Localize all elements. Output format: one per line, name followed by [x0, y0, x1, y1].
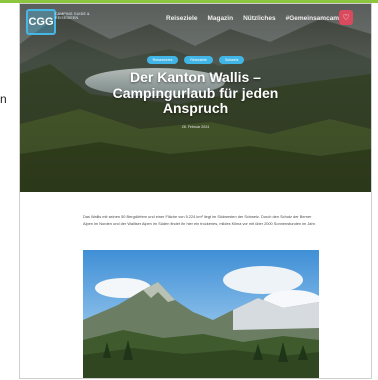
publish-date: 28. Februar 2024	[181, 125, 210, 129]
tag-schweiz[interactable]: Schweiz	[218, 56, 245, 64]
tag-reisestories[interactable]: Reisestories	[146, 56, 179, 64]
page-title: Der Kanton Wallis – Campingurlaub für je…	[20, 69, 371, 117]
article-intro-text: Das Wallis mit seinen 50 Bergdörfern und…	[83, 214, 316, 227]
title-line-2: Campingurlaub für jeden	[112, 84, 279, 101]
main-nav: Reiseziele Magazin Nützliches #Gemeinsam…	[166, 15, 351, 22]
site-logo[interactable]: CGG	[26, 9, 56, 35]
mountain-photo-image	[83, 250, 319, 378]
hero-section: CGG CAMPING GUIDE & REISEIDEEN Reiseziel…	[20, 4, 371, 192]
article-page-frame: CGG CAMPING GUIDE & REISEIDEEN Reiseziel…	[19, 3, 372, 379]
title-line-1: Der Kanton Wallis –	[130, 69, 261, 85]
tag-list: Reisestories Reiseziele Schweiz	[20, 56, 371, 64]
article-mountain-photo	[83, 250, 319, 378]
nav-item-reiseziele[interactable]: Reiseziele	[166, 15, 197, 22]
tag-reiseziele[interactable]: Reiseziele	[184, 56, 213, 64]
heart-icon: ♡	[342, 13, 350, 22]
nav-item-magazin[interactable]: Magazin	[207, 15, 233, 22]
side-text-fragment: n	[0, 92, 7, 106]
favorites-button[interactable]: ♡	[339, 10, 353, 25]
site-logo-subtext: CAMPING GUIDE & REISEIDEEN	[55, 12, 90, 21]
nav-item-nuetzliches[interactable]: Nützliches	[243, 15, 276, 22]
title-line-3: Anspruch	[162, 100, 229, 116]
